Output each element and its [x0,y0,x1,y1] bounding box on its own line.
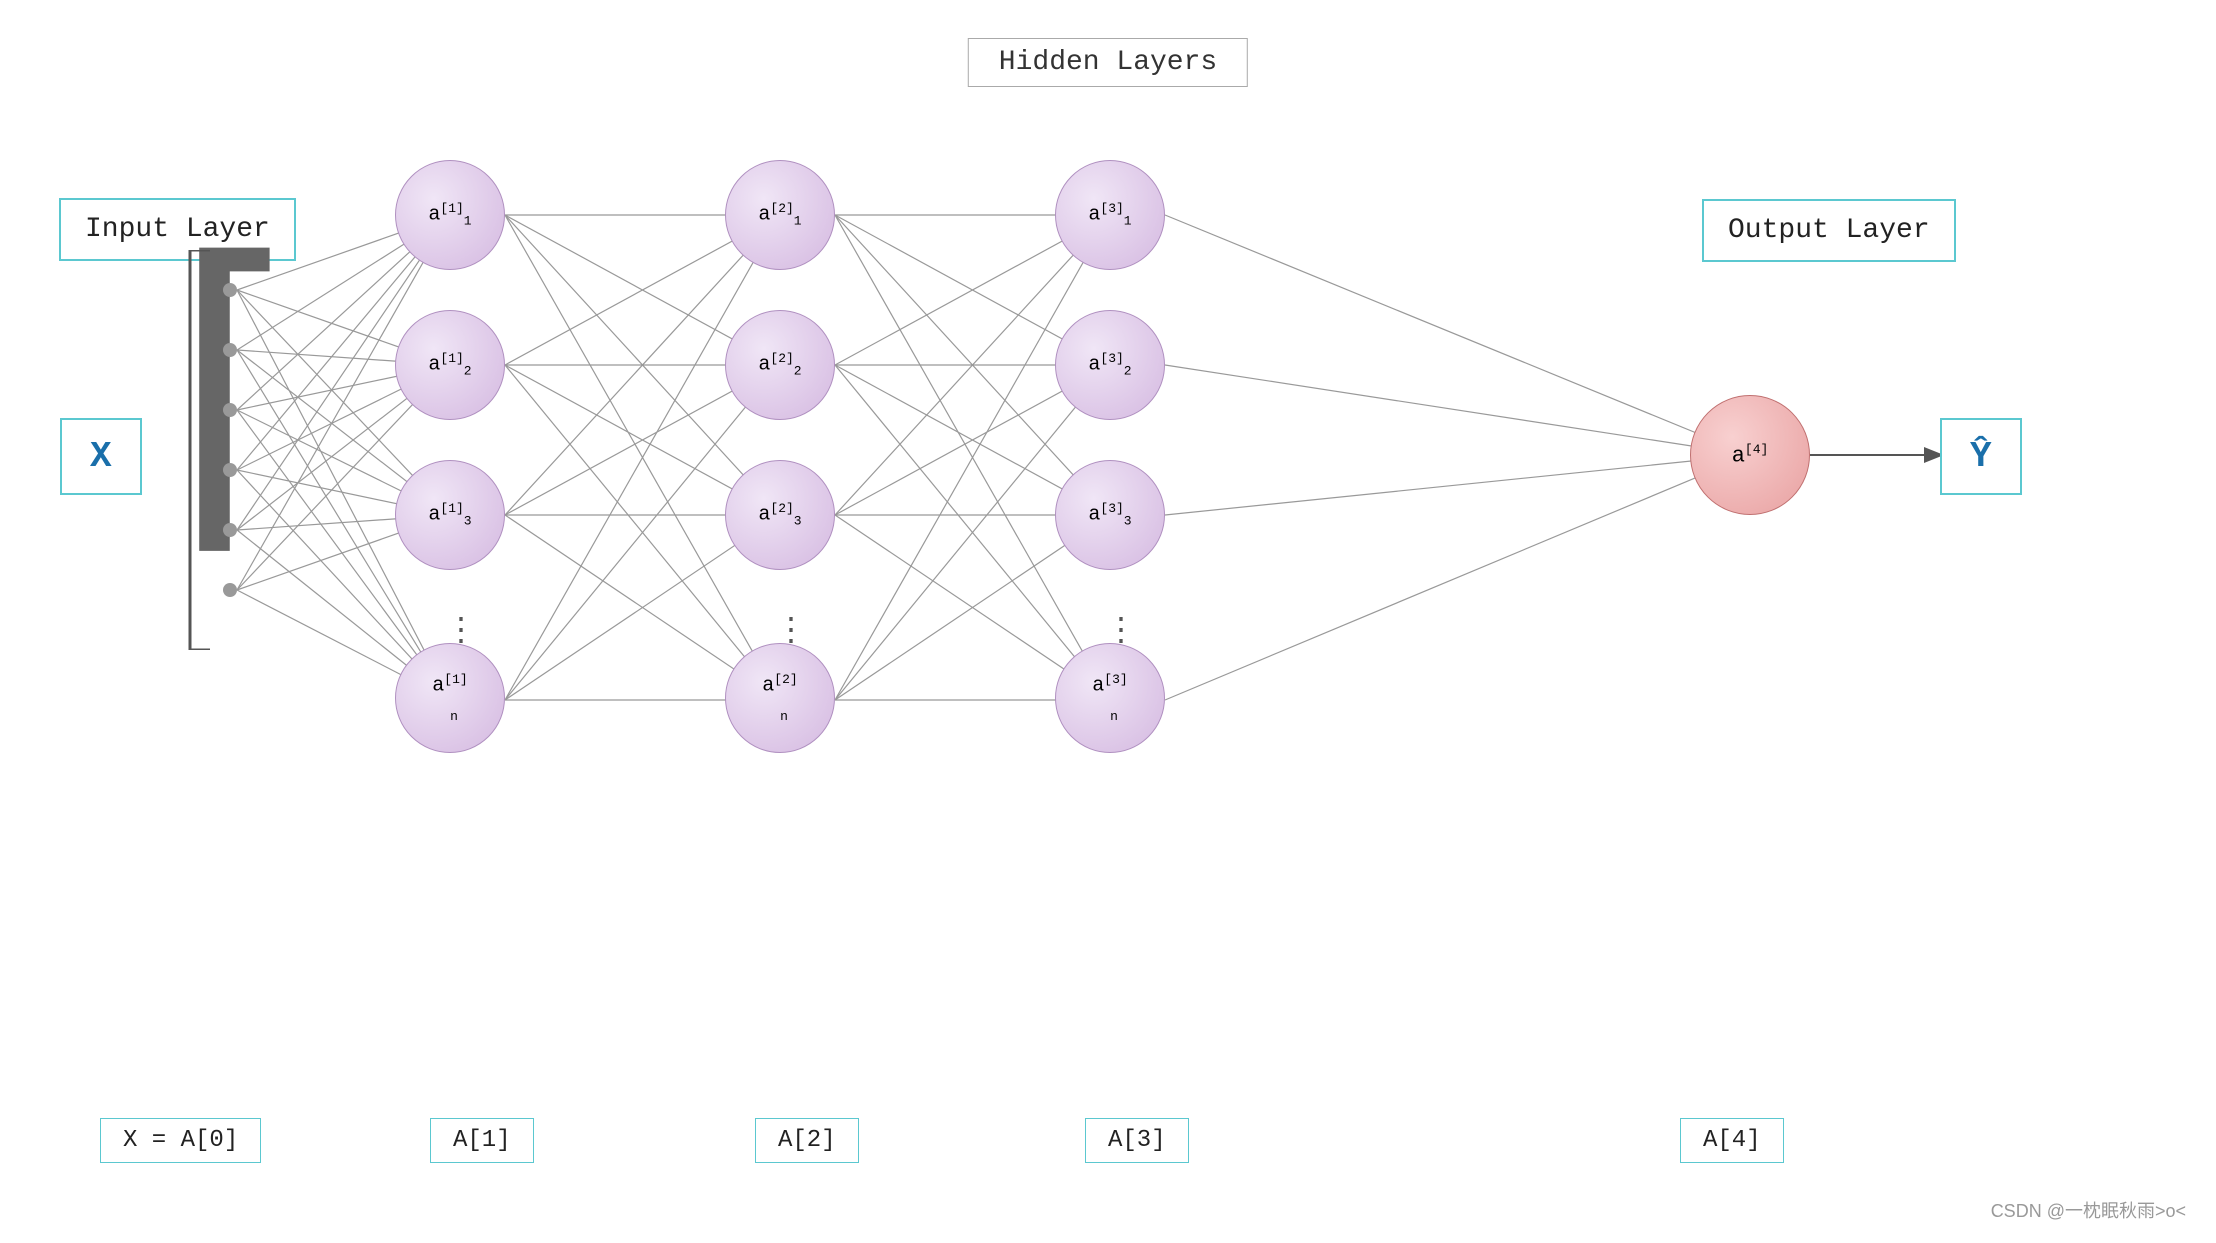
hidden-layers-label: Hidden Layers [968,38,1248,87]
input-dot-1 [223,283,237,297]
node-l2-1: a[2]1 [725,160,835,270]
input-dot-6 [223,583,237,597]
bottom-label-a1: A[1] [430,1118,534,1163]
bottom-label-a2: A[2] [755,1118,859,1163]
input-dot-5 [223,523,237,537]
node-l2-2: a[2]2 [725,310,835,420]
node-l1-3: a[1]3 [395,460,505,570]
y-hat-box: Ŷ [1940,418,2022,495]
input-dot-3 [223,403,237,417]
node-l1-1: a[1]1 [395,160,505,270]
bottom-label-a4: A[4] [1680,1118,1784,1163]
input-dot-2 [223,343,237,357]
input-dot-4 [223,463,237,477]
node-l3-1: a[3]1 [1055,160,1165,270]
watermark: CSDN @一枕眠秋雨>o< [1991,1197,2186,1223]
node-l2-3: a[2]3 [725,460,835,570]
node-l3-n: a[3]n [1055,643,1165,753]
left-bracket [175,250,225,650]
node-l3-3: a[3]3 [1055,460,1165,570]
node-l2-n: a[2]n [725,643,835,753]
output-layer-label: Output Layer [1702,199,1956,262]
node-l1-n: a[1]n [395,643,505,753]
x-input-box: X [60,418,142,495]
node-output: a[4] [1690,395,1810,515]
node-l3-2: a[3]2 [1055,310,1165,420]
bottom-label-x: X = A[0] [100,1118,261,1163]
bottom-label-a3: A[3] [1085,1118,1189,1163]
node-l1-2: a[1]2 [395,310,505,420]
